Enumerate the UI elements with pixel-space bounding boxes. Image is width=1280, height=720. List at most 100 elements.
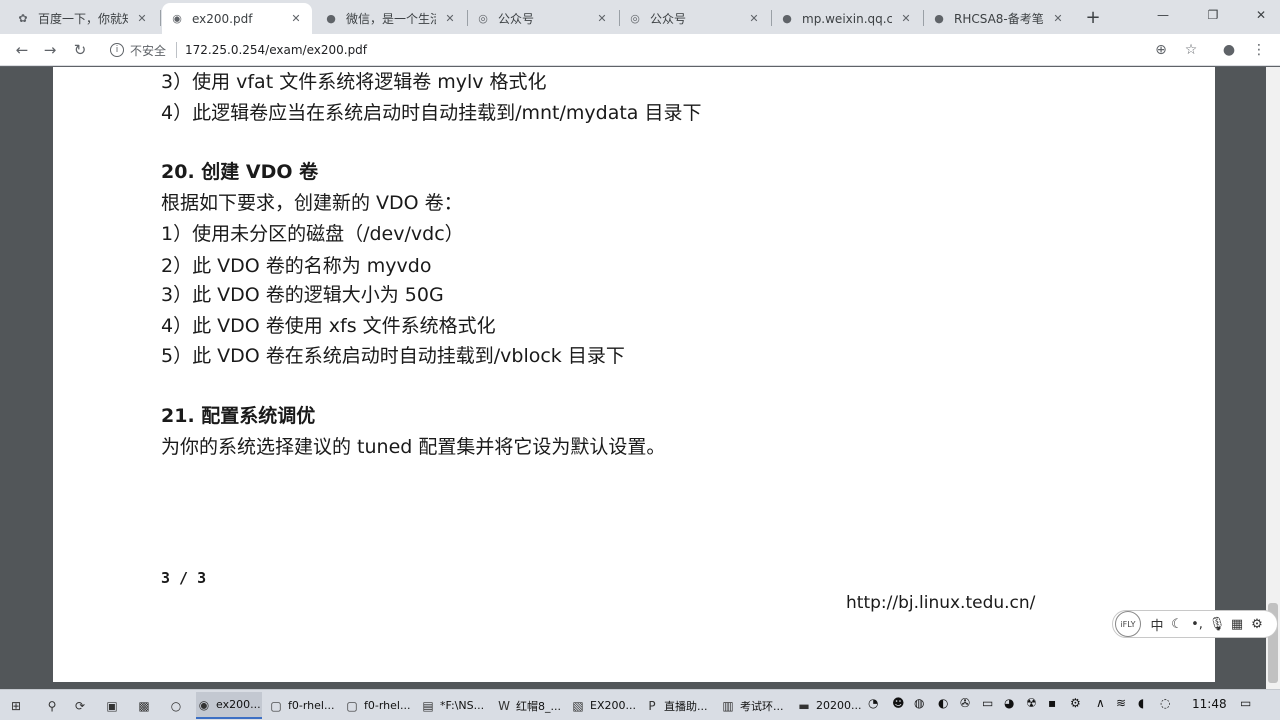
notification-icon[interactable]: ▭ bbox=[1240, 696, 1251, 710]
tab-gongzhonghao-1[interactable]: ◎ 公众号 ✕ bbox=[468, 3, 618, 34]
tray-app-icon[interactable]: ◍ bbox=[914, 696, 924, 710]
vm-icon: ▢ bbox=[270, 698, 282, 713]
taskbar-item-folder[interactable]: ▬ 20200... bbox=[796, 692, 862, 719]
tray-app-icon[interactable]: ☻ bbox=[892, 696, 905, 710]
pdf-icon: ▧ bbox=[572, 698, 584, 713]
ime-tray-icon[interactable]: ◌ bbox=[1160, 696, 1170, 710]
tab-title: 公众号 bbox=[498, 12, 535, 26]
ime-logo[interactable]: iFLY bbox=[1115, 611, 1141, 637]
microphone-icon[interactable]: 🎙 bbox=[1207, 617, 1227, 632]
pdf-viewport[interactable]: 3）使用 vfat 文件系统将逻辑卷 mylv 格式化 4）此逻辑卷应当在系统启… bbox=[0, 67, 1280, 689]
taskbar-item-notepad[interactable]: ▤ *F:\NS... bbox=[420, 692, 492, 719]
search-button[interactable]: ⚲ bbox=[44, 692, 64, 719]
tray-app-icon[interactable]: ◕ bbox=[1004, 696, 1014, 710]
taskbar-pinned[interactable]: ▣ bbox=[104, 692, 124, 719]
minimize-button[interactable]: — bbox=[1150, 4, 1176, 26]
browser-toolbar: ← → ↻ i 不安全 172.25.0.254/exam/ex200.pdf … bbox=[0, 34, 1280, 66]
close-icon[interactable]: ✕ bbox=[898, 11, 914, 27]
network-icon[interactable]: ≋ bbox=[1116, 696, 1126, 710]
taskbar-label: 红帽8_... bbox=[516, 699, 561, 713]
doc-line: 3）此 VDO 卷的逻辑大小为 50G bbox=[161, 284, 444, 306]
close-icon[interactable]: ✕ bbox=[746, 11, 762, 27]
start-button[interactable]: ⊞ bbox=[8, 692, 28, 719]
tab-title: 百度一下，你就知 bbox=[38, 12, 128, 26]
divider bbox=[176, 42, 178, 58]
close-icon[interactable]: ✕ bbox=[134, 11, 150, 27]
taskbar-pinned[interactable]: ○ bbox=[168, 692, 188, 719]
tab-rhcsa8[interactable]: ● RHCSA8-备考笔 ✕ bbox=[924, 3, 1074, 34]
notepad-icon: ▤ bbox=[422, 698, 434, 713]
clock[interactable]: 11:48 bbox=[1192, 697, 1227, 711]
close-icon[interactable]: ✕ bbox=[594, 11, 610, 27]
close-icon[interactable]: ✕ bbox=[1050, 11, 1066, 27]
doc-line: 1）使用未分区的磁盘（/dev/vdc） bbox=[161, 223, 464, 245]
url-text[interactable]: 172.25.0.254/exam/ex200.pdf bbox=[185, 43, 367, 57]
close-icon[interactable]: ✕ bbox=[288, 11, 304, 27]
page-number: 3 / 3 bbox=[161, 569, 207, 587]
tray-app-icon[interactable]: ▪ bbox=[1048, 696, 1056, 710]
tray-app-icon[interactable]: ⚙ bbox=[1070, 696, 1081, 710]
taskbar-pinned[interactable]: ▩ bbox=[136, 692, 156, 719]
taskbar-item-chrome[interactable]: ◉ ex200... bbox=[196, 692, 262, 719]
taskbar-item-vm[interactable]: ▢ f0-rhel... bbox=[268, 692, 340, 719]
taskbar-label: 直播助... bbox=[664, 699, 708, 713]
ime-toolbar[interactable]: iFLY 中 ☾ •, 🎙 ▦ ⚙ bbox=[1112, 610, 1278, 638]
tab-gongzhonghao-2[interactable]: ◎ 公众号 ✕ bbox=[620, 3, 770, 34]
menu-icon[interactable]: ⋮ bbox=[1248, 39, 1270, 61]
moon-icon[interactable]: ☾ bbox=[1167, 617, 1187, 632]
keyboard-icon[interactable]: ▦ bbox=[1227, 617, 1247, 632]
taskbar: ⊞ ⚲ ⟳ ▣ ▩ ○ ◉ ex200... ▢ f0-rhel... ▢ f0-rh… bbox=[0, 689, 1280, 720]
profile-icon[interactable]: ● bbox=[1218, 39, 1240, 61]
doc-line: 4）此逻辑卷应当在系统启动时自动挂载到/mnt/mydata 目录下 bbox=[161, 102, 702, 124]
reload-button[interactable]: ↻ bbox=[68, 38, 92, 62]
restore-button[interactable]: ❐ bbox=[1200, 4, 1226, 26]
tab-title: ex200.pdf bbox=[192, 11, 253, 26]
chrome-icon: ◉ bbox=[198, 697, 210, 712]
new-tab-button[interactable]: + bbox=[1082, 6, 1104, 28]
info-icon[interactable]: i bbox=[110, 43, 124, 57]
tray-app-icon[interactable]: ☢ bbox=[1026, 696, 1037, 710]
tray-app-icon[interactable]: ◐ bbox=[938, 696, 948, 710]
tab-title: 微信，是一个生活 bbox=[346, 12, 436, 26]
tab-ex200-pdf[interactable]: ◉ ex200.pdf ✕ bbox=[162, 3, 312, 34]
tab-baidu[interactable]: ✿ 百度一下，你就知 ✕ bbox=[8, 3, 158, 34]
forward-button[interactable]: → bbox=[38, 38, 62, 62]
tray-app-icon[interactable]: ◔ bbox=[868, 696, 878, 710]
back-button[interactable]: ← bbox=[10, 38, 34, 62]
taskbar-item-pdf[interactable]: ▧ EX200... bbox=[570, 692, 638, 719]
vertical-scrollbar[interactable] bbox=[1266, 67, 1280, 689]
ime-mode[interactable]: 中 bbox=[1147, 615, 1167, 634]
doc-line: 根据如下要求，创建新的 VDO 卷： bbox=[161, 192, 463, 214]
taskbar-item-vm[interactable]: ▢ f0-rhel... bbox=[344, 692, 416, 719]
taskbar-item-live[interactable]: P 直播助... bbox=[644, 692, 716, 719]
task-view-button[interactable]: ⟳ bbox=[72, 692, 92, 719]
search-icon: ⚲ bbox=[47, 698, 57, 713]
close-icon[interactable]: ✕ bbox=[442, 11, 458, 27]
chevron-up-icon[interactable]: ∧ bbox=[1096, 696, 1105, 710]
bookmark-star-icon[interactable]: ☆ bbox=[1180, 39, 1202, 61]
tab-mp-weixin[interactable]: ● mp.weixin.qq.co ✕ bbox=[772, 3, 922, 34]
task-view-icon: ⟳ bbox=[74, 698, 86, 713]
chat-icon: ● bbox=[782, 12, 792, 25]
doc-line: 2）此 VDO 卷的名称为 myvdo bbox=[161, 255, 432, 277]
volume-icon[interactable]: ◖ bbox=[1138, 696, 1144, 710]
settings-icon[interactable]: ⚙ bbox=[1247, 617, 1267, 632]
globe-icon: ◉ bbox=[172, 12, 182, 25]
zoom-icon[interactable]: ⊕ bbox=[1150, 39, 1172, 61]
section-heading: 20. 创建 VDO 卷 bbox=[161, 161, 319, 183]
close-window-button[interactable]: ✕ bbox=[1248, 4, 1274, 26]
chat-icon: ● bbox=[326, 12, 336, 25]
windows-icon: ⊞ bbox=[10, 698, 22, 713]
taskbar-item-word[interactable]: W 红帽8_... bbox=[496, 692, 568, 719]
address-bar[interactable]: i 不安全 172.25.0.254/exam/ex200.pdf bbox=[104, 38, 1204, 62]
taskbar-label: 20200... bbox=[816, 699, 862, 712]
tray-app-icon[interactable]: ✇ bbox=[960, 696, 970, 710]
tab-title: 公众号 bbox=[650, 12, 687, 26]
tab-weixin[interactable]: ● 微信，是一个生活 ✕ bbox=[316, 3, 466, 34]
chat-icon: ● bbox=[934, 12, 944, 25]
punctuation-icon[interactable]: •, bbox=[1187, 617, 1207, 632]
doc-line: 4）此 VDO 卷使用 xfs 文件系统格式化 bbox=[161, 315, 496, 337]
tray-app-icon[interactable]: ▭ bbox=[982, 696, 993, 710]
taskbar-label: ex200... bbox=[216, 698, 261, 711]
taskbar-item-doc[interactable]: ▥ 考试环... bbox=[720, 692, 792, 719]
